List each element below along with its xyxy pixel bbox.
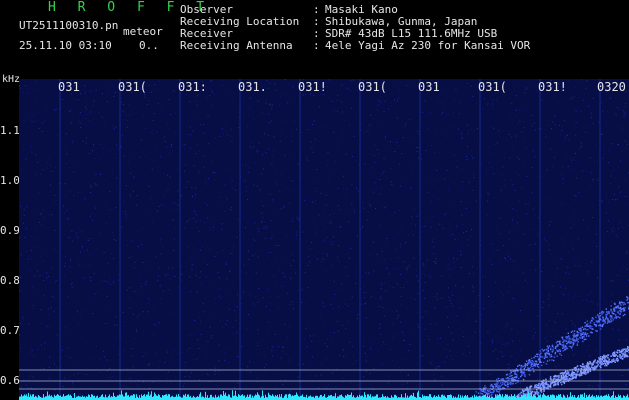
time-tick: 031( <box>118 80 147 94</box>
time-tick: 031 <box>58 80 80 94</box>
y-tick-0-8: 0.8 <box>0 274 20 287</box>
y-tick-0-6: 0.6 <box>0 374 20 387</box>
y-tick-1-1: 1.1 <box>0 124 20 137</box>
time-tick: 031! <box>538 80 567 94</box>
y-tick-1-0: 1.0 <box>0 174 20 187</box>
meta-row-antenna: Receiving Antenna:4ele Yagi Az 230 for K… <box>180 40 530 52</box>
colon: : <box>313 39 320 52</box>
time-tick: 031( <box>478 80 507 94</box>
time-gridlines <box>59 79 601 400</box>
observer-info: Observer: Masaki Kano Receiving Location:… <box>180 4 530 52</box>
count-label: 0.. <box>139 39 159 52</box>
time-tick: 031 <box>418 80 440 94</box>
y-tick-0-7: 0.7 <box>0 324 20 337</box>
meteor-label: meteor <box>123 25 163 38</box>
header-panel: H R O F F T UT2511100310.pn meteor 25.11… <box>0 0 629 72</box>
datetime-label: 25.11.10 03:10 <box>19 39 112 52</box>
spectrogram-canvas <box>19 79 629 400</box>
time-tick: 031. <box>238 80 267 94</box>
meta-key: Receiving Antenna <box>180 39 293 52</box>
time-tick: 0320 <box>597 80 626 94</box>
spectrogram-plot <box>19 79 629 400</box>
time-tick: 031( <box>358 80 387 94</box>
file-name: UT2511100310.pn <box>19 19 119 32</box>
unit-label: kHz <box>2 74 21 85</box>
meta-value: 4ele Yagi Az 230 for Kansai VOR <box>325 39 531 52</box>
time-tick: 031! <box>298 80 327 94</box>
noise-texture <box>19 79 629 400</box>
signal-trace <box>475 296 629 400</box>
y-tick-0-9: 0.9 <box>0 224 20 237</box>
time-tick: 031: <box>178 80 207 94</box>
